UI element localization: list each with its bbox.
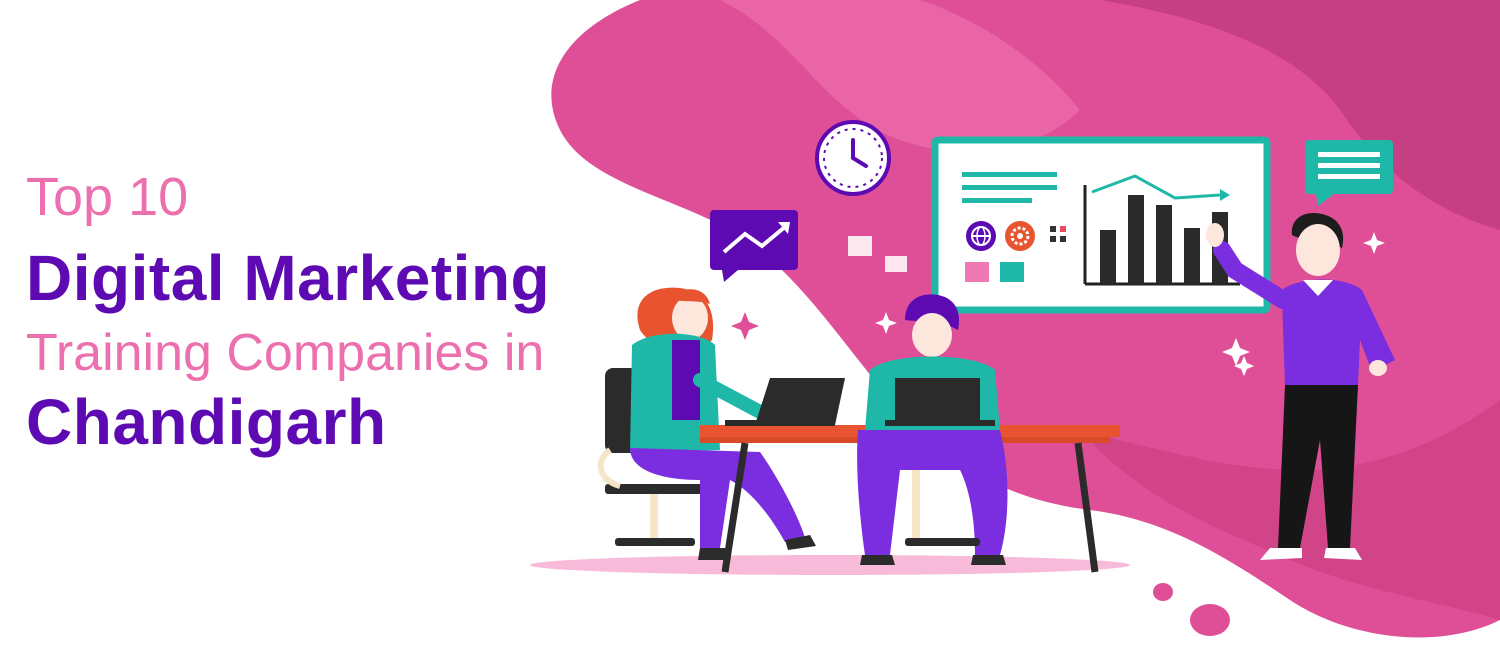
title-training-companies: Training Companies in — [26, 324, 545, 382]
paper-note — [885, 256, 907, 272]
floating-dot — [1190, 604, 1230, 636]
title-digital-marketing: Digital Marketing — [26, 242, 551, 314]
paper-note — [848, 236, 872, 256]
clock-icon — [815, 120, 891, 196]
title-chandigarh: Chandigarh — [26, 386, 387, 458]
floating-dot — [1066, 58, 1090, 78]
pink-note — [965, 262, 989, 282]
floating-dot — [1085, 88, 1125, 122]
teal-note — [1000, 262, 1024, 282]
laptop-right — [885, 378, 995, 426]
globe-icon — [966, 221, 996, 251]
floating-dot — [1153, 583, 1173, 601]
gear-icon — [1005, 221, 1035, 251]
banner-title: Top 10 Digital Marketing Training Compan… — [0, 0, 700, 650]
title-top-10: Top 10 — [26, 167, 189, 227]
